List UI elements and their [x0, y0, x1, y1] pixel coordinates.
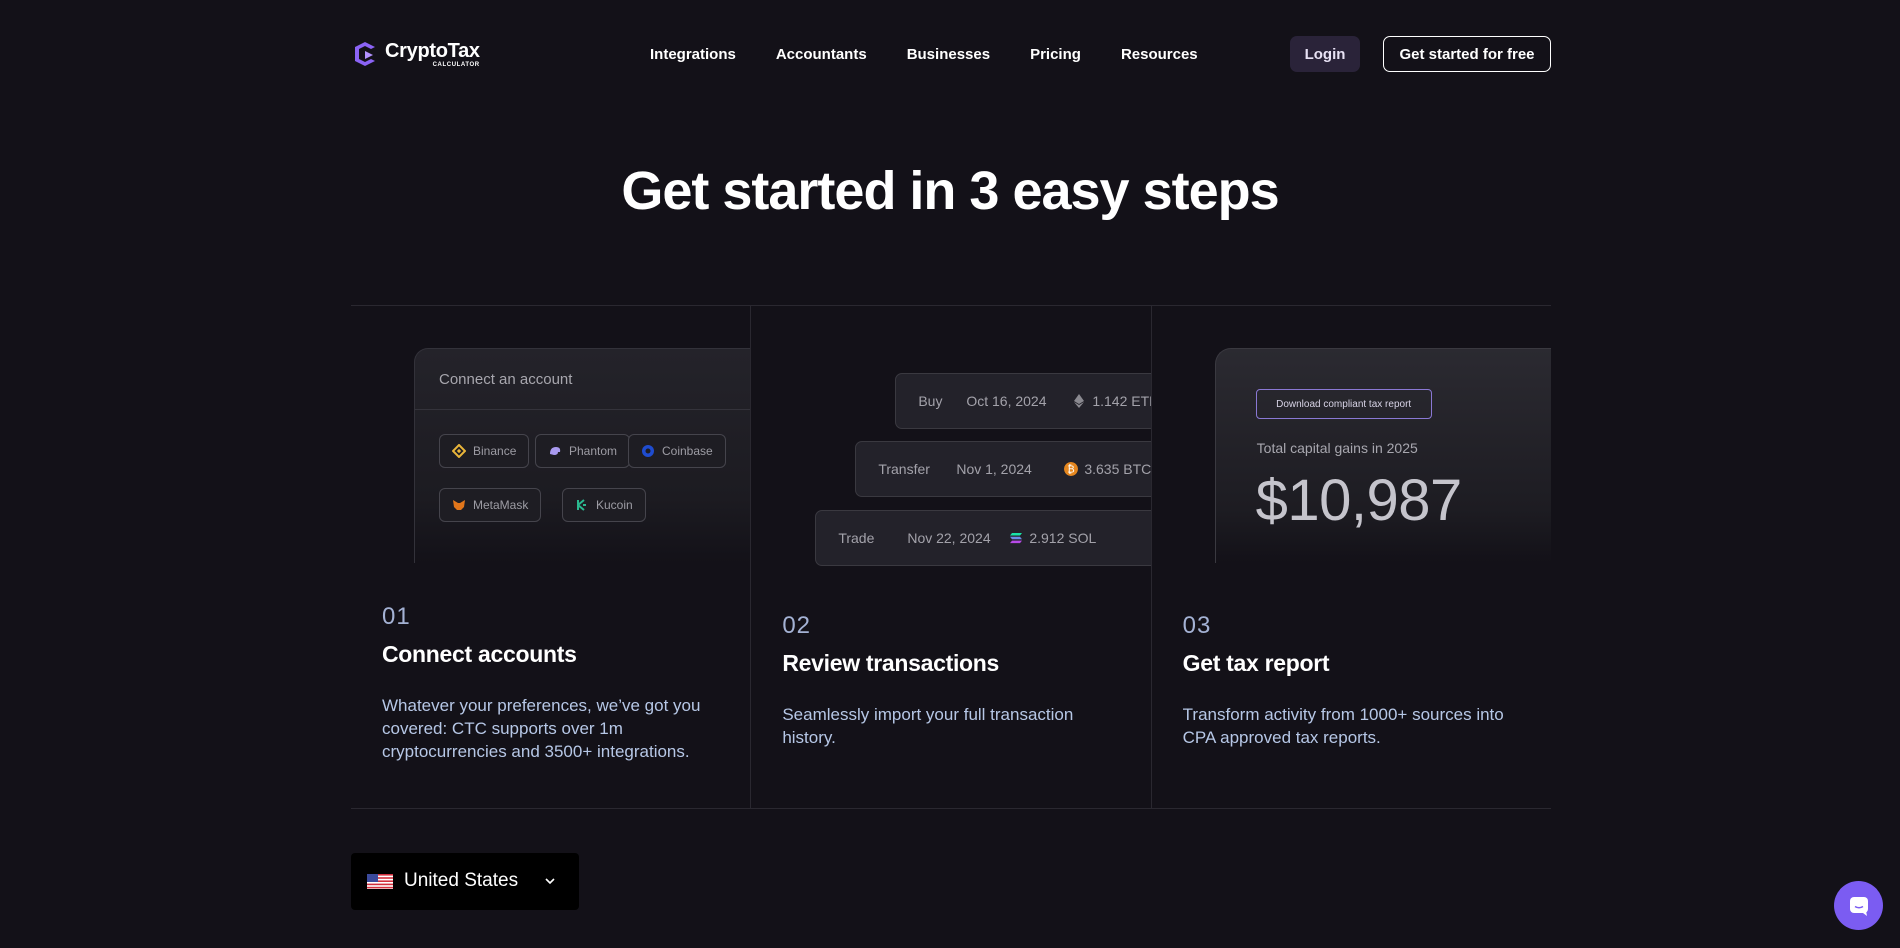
transaction-amount: 1.142 ETH — [1092, 393, 1150, 409]
logo[interactable]: CryptoTax CALCULATOR — [351, 40, 480, 68]
main-nav: Integrations Accountants Businesses Pric… — [650, 36, 1198, 72]
chip-kucoin[interactable]: Kucoin — [562, 488, 646, 522]
metamask-icon — [453, 500, 465, 510]
nav-resources[interactable]: Resources — [1121, 46, 1198, 63]
bitcoin-icon: ₿ — [1064, 462, 1079, 476]
transaction-amount: 3.635 BTC — [1084, 461, 1151, 477]
step-connect-accounts: Connect an account Binance Phantom Coinb… — [351, 306, 751, 808]
step-get-tax-report: Download compliant tax report Total capi… — [1150, 306, 1551, 808]
step-title: Review transactions — [782, 650, 1000, 676]
nav-integrations[interactable]: Integrations — [650, 46, 736, 63]
step-title: Get tax report — [1182, 650, 1330, 676]
capital-gains-value: $10,987 — [1255, 468, 1463, 533]
transaction-type: Buy — [918, 393, 943, 409]
logo-subtitle: CALCULATOR — [432, 61, 480, 68]
transaction-row: Trade Nov 22, 2024 2.912 SOL — [815, 510, 1151, 566]
binance-icon — [452, 444, 466, 458]
transaction-date: Nov 1, 2024 — [956, 461, 1032, 477]
step-description: Transform activity from 1000+ sources in… — [1182, 705, 1504, 747]
site-header: CryptoTax CALCULATOR Integrations Accoun… — [351, 36, 1551, 72]
nav-businesses[interactable]: Businesses — [907, 46, 990, 63]
coinbase-icon — [642, 445, 654, 457]
chat-bubble-icon — [1849, 896, 1868, 916]
capital-gains-label: Total capital gains in 2025 — [1256, 440, 1418, 456]
solana-icon — [1010, 533, 1023, 544]
country-label: United States — [404, 870, 519, 891]
step-description: Whatever your preferences, we’ve got you… — [382, 696, 701, 761]
ethereum-icon — [1074, 394, 1085, 408]
transaction-type: Trade — [838, 530, 875, 546]
chip-phantom[interactable]: Phantom — [535, 434, 631, 468]
chat-launcher-button[interactable] — [1834, 881, 1883, 930]
logo-name: CryptoTax — [385, 39, 480, 62]
page-title: Get started in 3 easy steps — [621, 161, 1279, 221]
nav-pricing[interactable]: Pricing — [1030, 46, 1081, 63]
cryptotax-logo-icon — [355, 42, 375, 66]
step-description: Seamlessly import your full transaction … — [782, 705, 1074, 747]
steps-section: Connect an account Binance Phantom Coinb… — [351, 305, 1551, 809]
transaction-date: Oct 16, 2024 — [966, 393, 1047, 409]
connect-account-heading: Connect an account — [415, 349, 751, 410]
chip-metamask[interactable]: MetaMask — [439, 488, 542, 522]
login-button[interactable]: Login — [1290, 36, 1360, 72]
step-title: Connect accounts — [382, 641, 577, 667]
transaction-amount: 2.912 SOL — [1029, 530, 1097, 546]
connect-account-card: Connect an account Binance Phantom Coinb… — [414, 348, 751, 563]
transaction-type: Transfer — [878, 461, 930, 477]
svg-text:₿: ₿ — [1068, 464, 1075, 476]
step-number: 01 — [382, 603, 411, 630]
transaction-row: Transfer Nov 1, 2024 ₿ 3.635 BTC — [855, 441, 1151, 497]
chevron-down-icon — [545, 878, 555, 885]
step-review-transactions: Buy Oct 16, 2024 1.142 ETH Transfer Nov … — [750, 306, 1151, 808]
download-report-button[interactable]: Download compliant tax report — [1255, 389, 1432, 419]
nav-accountants[interactable]: Accountants — [776, 46, 867, 63]
step-number: 02 — [782, 612, 812, 639]
chip-coinbase[interactable]: Coinbase — [628, 434, 726, 468]
us-flag-icon — [367, 874, 393, 889]
get-started-button[interactable]: Get started for free — [1383, 36, 1551, 72]
tax-report-card: Download compliant tax report Total capi… — [1214, 348, 1551, 563]
transaction-row: Buy Oct 16, 2024 1.142 ETH — [895, 373, 1151, 429]
phantom-icon — [550, 447, 561, 455]
kucoin-icon — [577, 499, 586, 511]
country-selector[interactable]: United States — [351, 853, 579, 910]
transaction-date: Nov 22, 2024 — [907, 530, 991, 546]
step-number: 03 — [1182, 612, 1212, 639]
chip-binance[interactable]: Binance — [439, 434, 530, 468]
